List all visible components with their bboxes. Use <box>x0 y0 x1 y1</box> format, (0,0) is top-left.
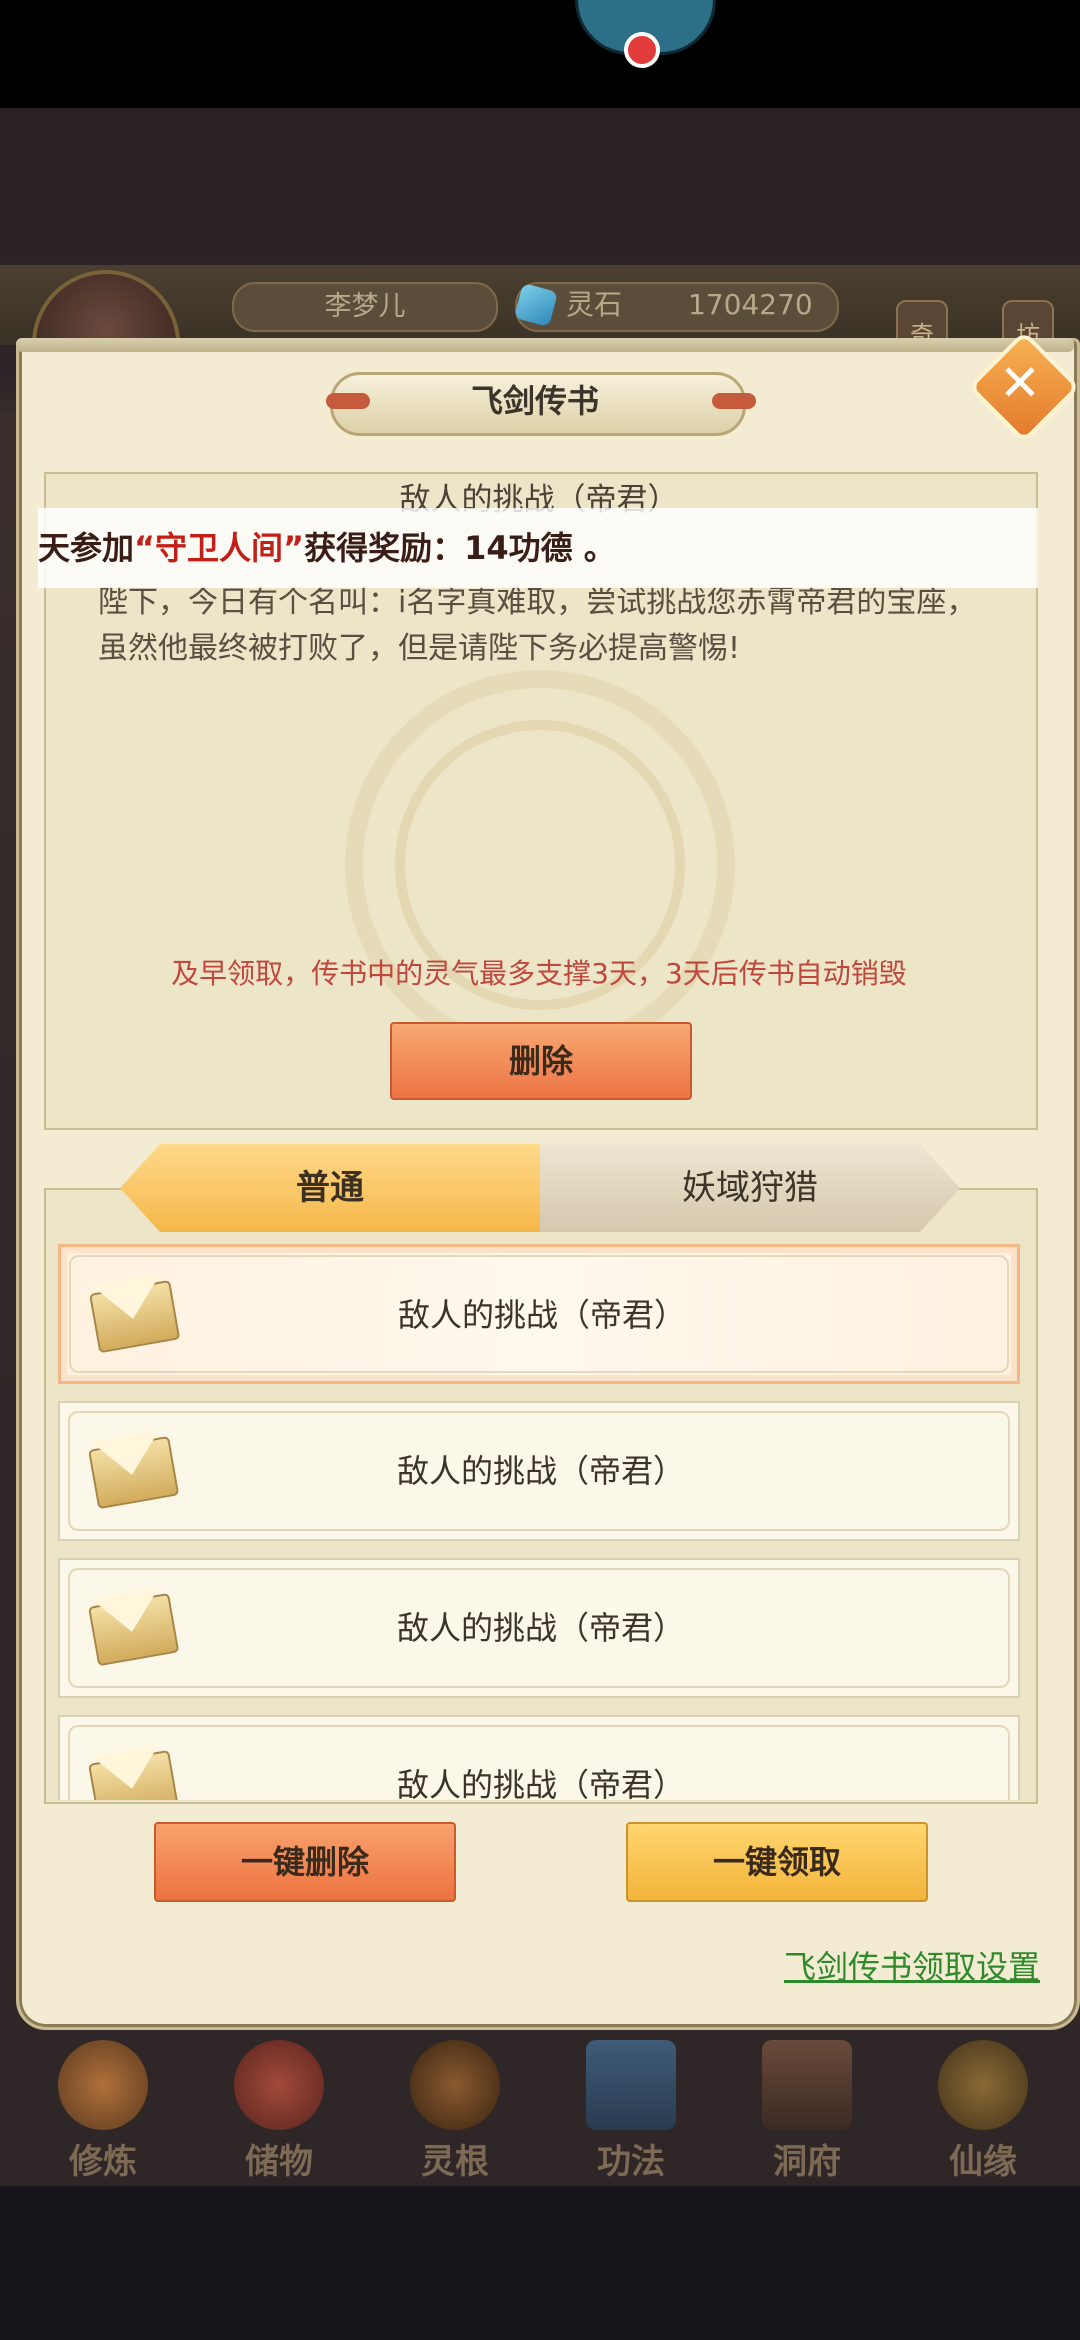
spirit-stone-value: 1704270 <box>688 288 813 321</box>
nav-label: 储物 <box>245 2142 313 2182</box>
claim-settings-link[interactable]: 飞剑传书领取设置 <box>740 1942 1040 1988</box>
list-item-title: 敌人的挑战（帝君） <box>396 1452 685 1490</box>
list-item-title: 敌人的挑战（帝君） <box>396 1609 685 1647</box>
tab-normal[interactable]: 普通 <box>120 1144 540 1232</box>
list-item-title: 敌人的挑战（帝君） <box>396 1766 685 1800</box>
close-icon[interactable]: ✕ <box>984 347 1056 419</box>
nav-label: 仙缘 <box>949 2142 1017 2182</box>
spirit-stone-label: 灵石 <box>566 288 623 321</box>
mail-list[interactable]: 敌人的挑战（帝君） 敌人的挑战（帝君） 敌人的挑战（帝君） 敌人的挑战（帝君） <box>58 1244 1020 1800</box>
delete-all-button[interactable]: 一键删除 <box>154 1822 456 1902</box>
nav-label: 修炼 <box>69 2142 137 2182</box>
record-indicator-icon <box>624 32 660 68</box>
system-nav-area <box>0 2186 1080 2340</box>
delete-button[interactable]: 删除 <box>390 1022 692 1100</box>
broadcast-highlight: “守卫人间” <box>134 529 305 567</box>
expiry-notice: 及早领取，传书中的灵气最多支撑3天，3天后传书自动销毁 <box>171 957 907 990</box>
bottom-nav: 修炼 储物 灵根 功法 洞府 仙缘 <box>0 2030 1080 2190</box>
book-icon <box>586 2040 676 2130</box>
dialog-title: 飞剑传书 <box>470 382 599 420</box>
nav-fate[interactable]: 仙缘 <box>908 2030 1058 2190</box>
nav-label: 洞府 <box>773 2142 841 2182</box>
spirit-root-icon <box>410 2040 500 2130</box>
nav-technique[interactable]: 功法 <box>556 2030 706 2190</box>
nav-label: 灵根 <box>421 2142 489 2182</box>
broadcast-text: 天参加“守卫人间”获得奖励：14功德 。 <box>38 508 1038 588</box>
scroll-roll <box>16 338 1074 352</box>
treasure-bag-icon <box>234 2040 324 2130</box>
list-item-title: 敌人的挑战（帝君） <box>397 1296 686 1334</box>
claim-all-button[interactable]: 一键领取 <box>626 1822 928 1902</box>
nav-cave-dwelling[interactable]: 洞府 <box>732 2030 882 2190</box>
list-item[interactable]: 敌人的挑战（帝君） <box>58 1244 1020 1384</box>
mail-body: 陛下，今日有个名叫：i名字真难取，尝试挑战您赤霄帝君的宝座，虽然他最终被打败了，… <box>98 585 977 666</box>
broadcast-suffix: 获得奖励：14功德 。 <box>304 529 616 567</box>
list-item[interactable]: 敌人的挑战（帝君） <box>58 1558 1020 1698</box>
pavilion-icon <box>762 2040 852 2130</box>
list-item[interactable]: 敌人的挑战（帝君） <box>58 1715 1020 1800</box>
nav-storage[interactable]: 储物 <box>204 2030 354 2190</box>
status-bar <box>0 0 1080 108</box>
nav-label: 功法 <box>597 2142 665 2182</box>
cultivator-icon <box>58 2040 148 2130</box>
player-name: 李梦儿 <box>232 282 498 332</box>
tab-demon-hunt[interactable]: 妖域狩猎 <box>540 1144 960 1232</box>
gourd-icon <box>938 2040 1028 2130</box>
nav-spirit-root[interactable]: 灵根 <box>380 2030 530 2190</box>
broadcast-prefix: 天参加 <box>38 529 135 567</box>
nav-cultivate[interactable]: 修炼 <box>28 2030 178 2190</box>
list-item[interactable]: 敌人的挑战（帝君） <box>58 1401 1020 1541</box>
